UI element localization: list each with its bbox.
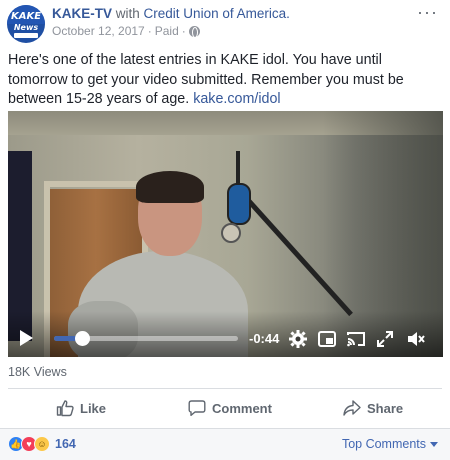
settings-icon[interactable] bbox=[288, 329, 308, 349]
thumbs-up-icon bbox=[56, 399, 74, 417]
facebook-post: KAKE News KAKE-TV with Credit Union of A… bbox=[0, 0, 450, 460]
post-header: KAKE News KAKE-TV with Credit Union of A… bbox=[0, 0, 450, 46]
paid-label[interactable]: Paid bbox=[155, 24, 179, 38]
view-count[interactable]: 18K Views bbox=[8, 365, 67, 379]
video-scrubber-handle[interactable] bbox=[74, 331, 90, 346]
play-icon[interactable] bbox=[20, 330, 33, 346]
with-text: with bbox=[115, 6, 140, 21]
comment-bubble-icon bbox=[188, 399, 206, 417]
like-label: Like bbox=[80, 400, 107, 416]
partner-link[interactable]: Credit Union of America. bbox=[144, 6, 290, 21]
meta-separator: · bbox=[181, 24, 186, 38]
avatar-logo-text-top: KAKE bbox=[10, 11, 42, 22]
comment-button[interactable]: Comment bbox=[188, 397, 272, 419]
avatar-logo-text-bottom: News bbox=[13, 23, 39, 32]
post-title-line: KAKE-TV with Credit Union of America. bbox=[52, 6, 290, 21]
reaction-count[interactable]: 164 bbox=[55, 437, 76, 451]
top-comments-dropdown[interactable]: Top Comments bbox=[342, 437, 438, 451]
like-button[interactable]: Like bbox=[56, 397, 106, 419]
top-comments-label: Top Comments bbox=[341, 437, 426, 451]
video-frame-pop-filter bbox=[221, 223, 241, 243]
video-frame-person-hair bbox=[136, 171, 204, 203]
share-label: Share bbox=[367, 400, 404, 416]
post-link[interactable]: kake.com/idol bbox=[193, 91, 280, 107]
post-action-bar: Like Comment Share bbox=[0, 390, 450, 426]
share-arrow-icon bbox=[343, 399, 361, 417]
page-name-link[interactable]: KAKE-TV bbox=[52, 6, 112, 21]
post-date-link[interactable]: October 12, 2017 bbox=[52, 24, 145, 38]
video-player[interactable]: -0:44 bbox=[8, 111, 443, 357]
caret-down-icon bbox=[430, 441, 438, 447]
picture-in-picture-icon[interactable] bbox=[317, 329, 337, 349]
mute-icon[interactable] bbox=[406, 329, 426, 349]
avatar-logo-strip bbox=[14, 33, 38, 38]
meta-separator: · bbox=[147, 24, 152, 38]
cast-icon[interactable] bbox=[346, 329, 366, 349]
haha-reaction-icon: ☺ bbox=[34, 436, 50, 452]
more-options-icon[interactable]: ··· bbox=[417, 2, 438, 23]
fullscreen-icon[interactable] bbox=[375, 329, 395, 349]
video-progress-bar[interactable] bbox=[54, 331, 238, 346]
comment-label: Comment bbox=[212, 400, 272, 416]
globe-icon[interactable] bbox=[188, 25, 200, 38]
page-avatar[interactable]: KAKE News bbox=[7, 5, 45, 43]
video-controls: -0:44 bbox=[8, 321, 443, 357]
post-footer: 👍 ♥ ☺ 164 Top Comments bbox=[0, 429, 450, 460]
reaction-summary[interactable]: 👍 ♥ ☺ 164 bbox=[8, 436, 76, 452]
post-meta: October 12, 2017 · Paid · bbox=[52, 24, 200, 38]
video-frame-microphone bbox=[227, 183, 251, 225]
video-time-remaining: -0:44 bbox=[249, 331, 280, 346]
post-text: Here's one of the latest entries in KAKE… bbox=[8, 51, 444, 110]
divider bbox=[8, 388, 442, 389]
share-button[interactable]: Share bbox=[343, 397, 403, 419]
